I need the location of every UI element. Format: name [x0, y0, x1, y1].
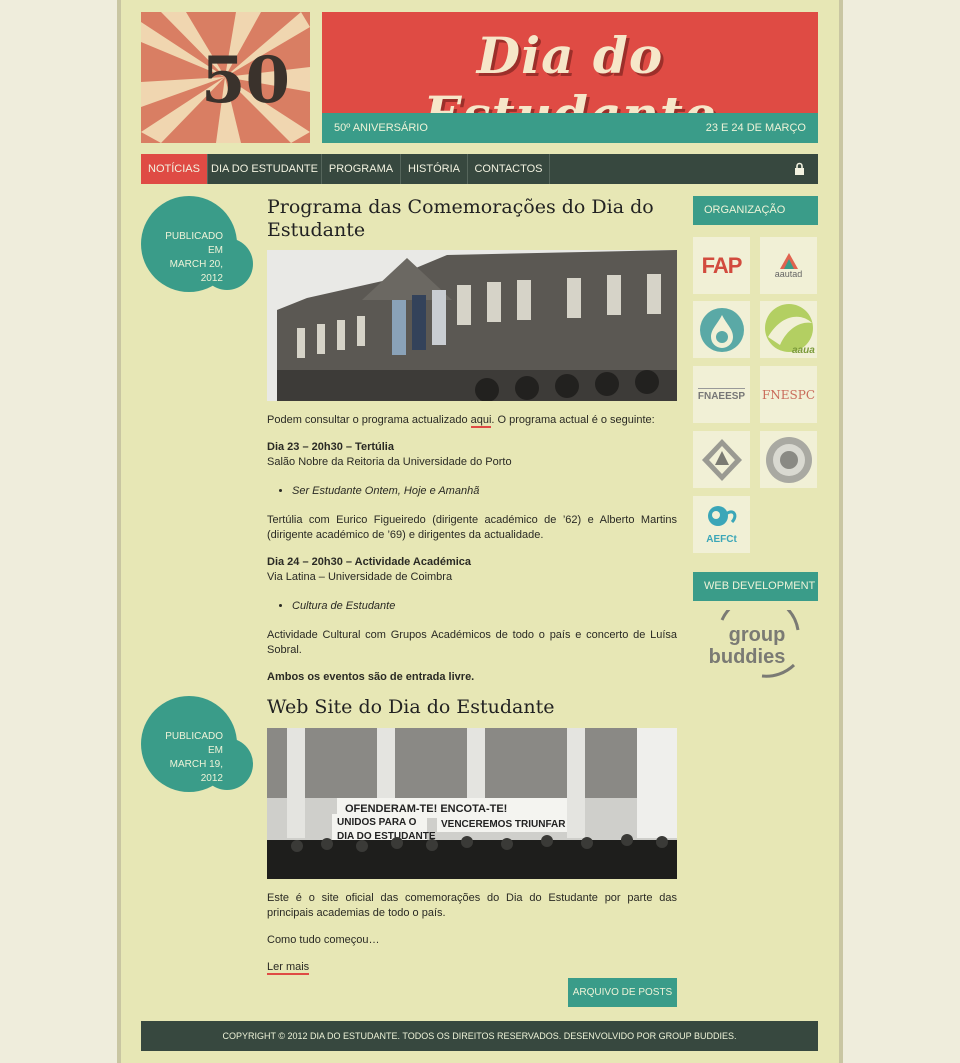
event1-item: Ser Estudante Ontem, Hoje e Amanhã	[292, 485, 480, 497]
org-logo-fap[interactable]: FAP	[693, 237, 750, 294]
org-logo-fnespc[interactable]: FNESPC	[760, 366, 817, 423]
org-logo-aautad[interactable]: aautad	[760, 237, 817, 294]
post-year: 2012	[200, 773, 223, 784]
group-buddies-logo[interactable]: group buddies	[702, 594, 812, 680]
post-date: MARCH 19,	[169, 759, 223, 770]
org-logo-seal[interactable]	[760, 431, 817, 488]
org-logo-fnaeesp[interactable]: FNAEESP	[693, 366, 750, 423]
main-nav: NOTÍCIAS DIA DO ESTUDANTE PROGRAMA HISTÓ…	[141, 154, 818, 184]
post-date: MARCH 20,	[169, 259, 223, 270]
intro-paragraph: Podem consultar o programa actualizado a…	[267, 414, 655, 428]
post-image-reitoria[interactable]	[267, 250, 677, 401]
organization-heading: ORGANIZAÇÃO	[693, 196, 818, 225]
nav-item-historia[interactable]: HISTÓRIA	[401, 154, 468, 184]
nav-item-programa[interactable]: PROGRAMA	[322, 154, 401, 184]
lock-icon[interactable]	[794, 162, 805, 180]
post-year: 2012	[200, 273, 223, 284]
post-title[interactable]: Web Site do Dia do Estudante	[267, 696, 677, 719]
nav-item-contactos[interactable]: CONTACTOS	[468, 154, 550, 184]
anniversary-label: 50º ANIVERSÁRIO	[334, 122, 428, 134]
site-logo[interactable]: 50	[141, 12, 310, 143]
org-logo-aaua[interactable]: aaua	[760, 301, 817, 358]
event2-description: Actividade Cultural com Grupos Académico…	[267, 629, 677, 656]
org-logo-aac[interactable]	[693, 301, 750, 358]
dev-line1: group	[729, 624, 786, 646]
event2-item: Cultura de Estudante	[292, 600, 396, 612]
event1-heading: Dia 23 – 20h30 – Tertúlia	[267, 441, 394, 453]
archive-button[interactable]: ARQUIVO DE POSTS	[568, 978, 677, 1007]
org-logo-aefct[interactable]: AEFCt	[693, 496, 750, 553]
protest-banner-line4: VENCEREMOS TRIUNFAR	[441, 819, 566, 830]
dev-line2: buddies	[709, 646, 786, 668]
event1-place: Salão Nobre da Reitoria da Universidade …	[267, 456, 512, 468]
read-more-link[interactable]: Ler mais	[267, 961, 310, 975]
program-link[interactable]: aqui	[470, 414, 492, 428]
protest-banner-line2: UNIDOS PARA O	[337, 817, 417, 828]
post-paragraph: Este é o site oficial das comemorações d…	[267, 892, 677, 919]
closing-note: Ambos os eventos são de entrada livre.	[267, 671, 475, 683]
post-date-bubble: PUBLICADO EM MARCH 20, 2012	[141, 196, 253, 292]
post-date-bubble: PUBLICADO EM MARCH 19, 2012	[141, 696, 253, 792]
event-dates: 23 E 24 DE MARÇO	[705, 122, 806, 134]
nav-item-dia-do-estudante[interactable]: DIA DO ESTUDANTE	[208, 154, 322, 184]
logo-number: 50	[201, 43, 290, 118]
web-development-heading: WEB DEVELOPMENT	[693, 572, 818, 601]
event1-description: Tertúlia com Eurico Figueiredo (dirigent…	[267, 514, 677, 541]
header-strip: 50º ANIVERSÁRIO 23 E 24 DE MARÇO	[322, 113, 818, 143]
footer: COPYRIGHT © 2012 DIA DO ESTUDANTE. TODOS…	[141, 1021, 818, 1051]
event2-place: Via Latina – Universidade de Coimbra	[267, 571, 453, 583]
post-teaser: Como tudo começou…	[267, 934, 380, 946]
post-body: Podem consultar o programa actualizado a…	[267, 413, 677, 685]
post-image-protest[interactable]: OFENDERAM-TE! ENCOTA-TE! UNIDOS PARA O D…	[267, 728, 677, 879]
post-body: Este é o site oficial das comemorações d…	[267, 891, 677, 975]
event2-heading: Dia 24 – 20h30 – Actividade Académica	[267, 556, 472, 568]
protest-banner-line1: OFENDERAM-TE! ENCOTA-TE!	[345, 803, 507, 815]
published-label: PUBLICADO EM	[165, 231, 223, 256]
header-banner: Dia do Estudante	[322, 12, 818, 144]
post-title[interactable]: Programa das Comemorações do Dia do Estu…	[267, 196, 677, 242]
svg-text:aaua: aaua	[792, 345, 815, 356]
published-label: PUBLICADO EM	[165, 731, 223, 756]
nav-item-noticias[interactable]: NOTÍCIAS	[141, 154, 208, 184]
org-logo-crest[interactable]	[693, 431, 750, 488]
